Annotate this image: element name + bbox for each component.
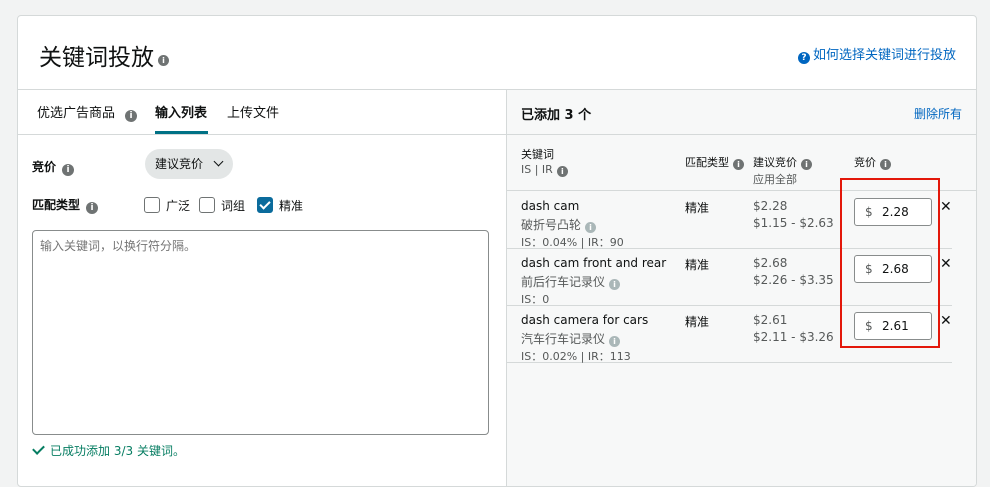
translation-text: 前后行车记录仪 [521, 275, 606, 289]
suggested-bid: $2.68 [753, 256, 788, 270]
tab-enter-list[interactable]: 输入列表 [155, 102, 207, 121]
column-bid: 竞价 i [854, 154, 891, 170]
info-icon[interactable]: i [733, 159, 744, 170]
checkbox-label[interactable]: 精准 [279, 197, 303, 214]
keyword-translation: 汽车行车记录仪 i [521, 330, 621, 347]
column-match-label: 匹配类型 [685, 156, 729, 169]
tab-label[interactable]: 优选广告商品 [37, 106, 115, 121]
keyword-text: dash camera for cars [521, 313, 649, 327]
column-suggested-label: 建议竞价 [753, 156, 797, 169]
match-type-value: 精准 [685, 315, 710, 329]
added-header: 已添加 3 个 删除所有 [507, 90, 976, 135]
checkbox[interactable] [199, 197, 215, 213]
remove-icon[interactable]: ✕ [940, 313, 952, 329]
delete-all-link[interactable]: 删除所有 [914, 105, 962, 122]
info-icon[interactable]: i [125, 110, 138, 122]
info-icon[interactable]: i [556, 166, 568, 177]
keyword-translation: 前后行车记录仪 i [521, 273, 621, 290]
suggested-bid: $2.61 [753, 313, 788, 327]
success-message: 已成功添加 3/3 关键词。 [32, 442, 185, 459]
bid-label: 竞价 i [32, 158, 75, 176]
translation-text: 汽车行车记录仪 [521, 332, 606, 346]
suggested-bid-range: $2.11 - $3.26 [753, 330, 834, 344]
match-type-label: 匹配类型 i [32, 196, 99, 214]
column-bid-label: 竞价 [854, 156, 876, 169]
keyword-targeting-panel: 关键词投放 i ? 如何选择关键词进行投放 优选广告商品 i 输入列表 上传文件 竞价… [17, 15, 977, 487]
help-link-text[interactable]: 如何选择关键词进行投放 [813, 48, 956, 63]
column-keyword-sub: IS | IR i [521, 163, 568, 177]
translation-text: 破折号凸轮 [521, 218, 582, 232]
info-icon[interactable]: i [585, 222, 597, 233]
active-tab-indicator [155, 131, 208, 134]
question-icon: ? [797, 52, 810, 64]
added-count: 已添加 3 个 [521, 108, 592, 123]
suggested-bid-range: $1.15 - $2.63 [753, 216, 834, 230]
info-icon[interactable]: i [86, 202, 99, 214]
remove-icon[interactable]: ✕ [940, 256, 952, 272]
column-keyword-sub-label: IS | IR [521, 163, 553, 176]
keyword-text: dash cam [521, 199, 580, 213]
help-link[interactable]: ? 如何选择关键词进行投放 [797, 44, 956, 64]
checkbox[interactable] [144, 197, 160, 213]
checkmark-icon [32, 442, 45, 455]
info-icon[interactable]: i [609, 279, 621, 290]
column-suggested-bid: 建议竞价 i [753, 154, 812, 170]
info-icon[interactable]: i [880, 159, 891, 170]
match-type-value: 精准 [685, 258, 710, 272]
suggested-bid-range: $2.26 - $3.35 [753, 273, 834, 287]
keyword-text: dash cam front and rear [521, 256, 667, 270]
info-icon[interactable]: i [62, 164, 75, 176]
dropdown-value: 建议竞价 [155, 157, 204, 171]
checkbox-checked[interactable] [257, 197, 273, 213]
panel-header: 关键词投放 i ? 如何选择关键词进行投放 [18, 16, 976, 90]
keyword-input-section: 优选广告商品 i 输入列表 上传文件 竞价 i 建议竞价 匹配类型 i 广泛 词组 精… [18, 90, 507, 486]
tab-upload-file[interactable]: 上传文件 [227, 102, 279, 121]
column-keyword-label: 关键词 [521, 148, 554, 161]
page-title: 关键词投放 i [39, 38, 169, 72]
keyword-translation: 破折号凸轮 i [521, 216, 597, 233]
bid-column-highlight [840, 178, 940, 348]
column-match-type: 匹配类型 i [685, 154, 744, 170]
info-icon[interactable]: i [158, 55, 169, 66]
apply-all-link[interactable]: 应用全部 [753, 171, 797, 187]
checkbox-label[interactable]: 词组 [221, 197, 245, 214]
tab-suggested-products[interactable]: 优选广告商品 i [37, 102, 138, 122]
match-type-value: 精准 [685, 201, 710, 215]
checkbox-label[interactable]: 广泛 [166, 197, 190, 214]
keyword-metrics: IS：0.02% | IR：113 [521, 350, 631, 363]
success-text: 已成功添加 3/3 关键词。 [50, 444, 185, 458]
chevron-down-icon [213, 156, 224, 167]
bid-type-dropdown[interactable]: 建议竞价 [145, 149, 233, 179]
bid-label-text: 竞价 [32, 160, 57, 174]
tab-bar: 优选广告商品 i 输入列表 上传文件 [18, 90, 506, 135]
remove-icon[interactable]: ✕ [940, 199, 952, 215]
suggested-bid: $2.28 [753, 199, 788, 213]
info-icon[interactable]: i [609, 336, 621, 347]
info-icon[interactable]: i [801, 159, 812, 170]
match-type-label-text: 匹配类型 [32, 198, 81, 212]
column-keyword: 关键词 [521, 146, 554, 162]
keyword-textarea[interactable] [32, 230, 489, 435]
page-title-text: 关键词投放 [39, 45, 154, 71]
